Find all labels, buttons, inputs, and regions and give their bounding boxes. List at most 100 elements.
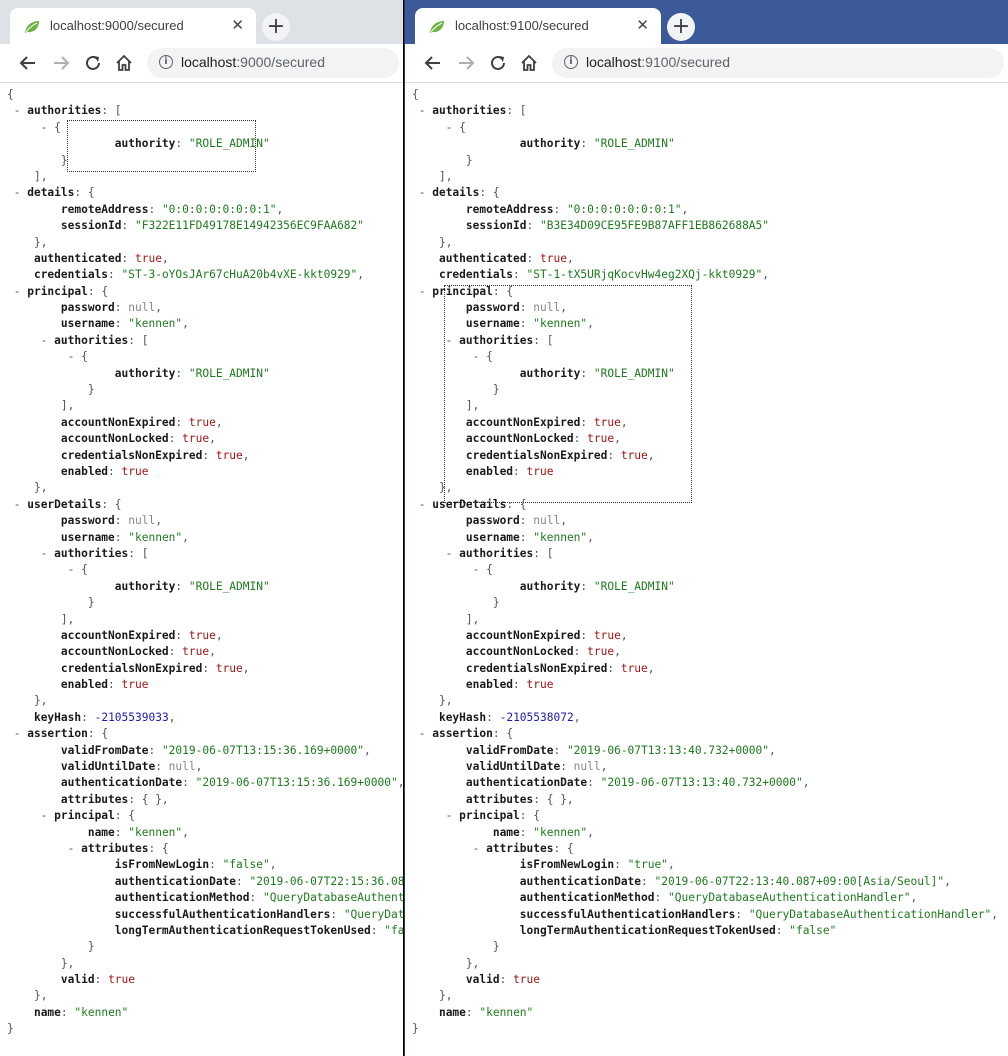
collapse-toggle[interactable]: - [412,563,486,576]
forward-arrow-icon[interactable] [454,51,478,75]
json-key: valid [465,973,500,987]
json-line: username: "kennen", [7,530,403,546]
json-line: }, [7,988,403,1004]
collapse-toggle[interactable]: - [7,727,27,740]
collapse-toggle[interactable]: - [7,842,81,855]
collapse-toggle[interactable]: - [412,727,432,740]
collapse-toggle[interactable]: - [7,121,54,134]
collapse-toggle[interactable]: - [412,842,486,855]
info-icon[interactable]: i [564,55,578,69]
page-content: { - authorities: [ - { authority: "ROLE_… [405,83,1008,1056]
json-punctuation: } [465,153,473,167]
json-punctuation: }, [438,989,453,1003]
browser-tab[interactable]: localhost:9000/secured ✕ [10,8,256,44]
home-icon[interactable] [112,51,136,75]
json-punctuation: : [587,776,601,790]
collapse-toggle[interactable]: - [412,334,459,347]
json-punctuation: }, [33,235,48,249]
json-line: { [412,87,998,103]
collapse-toggle[interactable]: - [412,547,459,560]
json-key: successfulAuthenticationHandlers [114,907,331,921]
json-line: }, [7,693,403,709]
json-punctuation: : [236,874,250,888]
json-key: authority [114,366,176,380]
json-punctuation: : [114,317,129,331]
json-line: name: "kennen", [412,825,998,841]
tab-title: localhost:9100/secured [455,18,589,33]
reload-icon[interactable] [81,51,105,75]
back-arrow-icon[interactable] [16,51,40,75]
collapse-toggle[interactable]: - [7,563,81,576]
json-key: accountNonExpired [465,415,581,429]
json-key: authority [519,137,581,151]
address-bar[interactable]: i localhost:9100/secured [552,48,1004,78]
json-key: details [27,186,75,200]
info-icon[interactable]: i [159,55,173,69]
json-boolean: true [593,415,621,429]
json-line: - authorities: [ [7,546,403,562]
collapse-toggle[interactable]: - [412,121,459,134]
collapse-toggle[interactable]: - [7,334,54,347]
json-line: - { [7,349,403,365]
json-punctuation: ], [60,612,75,626]
collapse-toggle[interactable]: - [7,285,27,298]
url-text: localhost:9100/secured [586,54,730,70]
json-punctuation: ], [465,399,480,413]
json-key: accountNonLocked [465,645,574,659]
json-punctuation: , [182,825,189,839]
json-key: accountNonExpired [60,415,176,429]
collapse-toggle[interactable]: - [7,186,27,199]
forward-arrow-icon[interactable] [49,51,73,75]
json-line: accountNonExpired: true, [7,415,403,431]
collapse-toggle[interactable]: - [7,350,81,363]
collapse-toggle[interactable]: - [7,104,27,117]
json-punctuation: , [802,776,810,790]
collapse-toggle[interactable]: - [412,809,459,822]
reload-icon[interactable] [486,51,510,75]
address-bar[interactable]: i localhost:9000/secured [147,48,399,78]
json-punctuation: : [94,973,109,987]
collapse-toggle[interactable]: - [412,186,432,199]
json-line: - authorities: [ [7,333,403,349]
json-punctuation: , [182,317,189,331]
json-key: authenticated [438,251,527,265]
close-icon[interactable]: ✕ [231,16,244,34]
json-line: authenticationDate: "2019-06-07T13:15:36… [7,775,403,791]
collapse-toggle[interactable]: - [412,104,432,117]
json-punctuation: , [155,514,162,528]
json-key: authorities [54,333,129,347]
collapse-toggle[interactable]: - [412,350,486,363]
json-key: assertion [432,727,493,741]
json-string: "kennen" [128,317,183,331]
json-key: longTermAuthenticationRequestTokenUsed [519,923,776,937]
collapse-toggle[interactable]: - [412,498,432,511]
home-icon[interactable] [517,51,541,75]
json-key: keyHash [438,710,487,724]
json-line: accountNonLocked: true, [7,644,403,660]
collapse-toggle[interactable]: - [7,547,54,560]
json-punctuation: : [175,415,189,429]
json-punctuation: : [513,268,527,282]
plus-icon[interactable]: + [262,13,290,41]
plus-icon[interactable]: + [667,13,695,41]
collapse-toggle[interactable]: - [7,498,27,511]
json-punctuation: : { [87,284,109,298]
json-punctuation: , [587,530,594,544]
browser-tab[interactable]: localhost:9100/secured ✕ [415,8,661,44]
json-punctuation: : [519,825,534,839]
json-line: credentialsNonExpired: true, [7,661,403,677]
json-string: "QueryDatabaseAuthenticationHandler" [343,907,403,921]
close-icon[interactable]: ✕ [636,16,649,34]
collapse-toggle[interactable]: - [412,285,432,298]
collapse-toggle[interactable]: - [7,809,54,822]
json-key: name [87,825,115,839]
back-arrow-icon[interactable] [421,51,445,75]
json-line: credentials: "ST-3-oYOsJAr67cHuA20b4vXE-… [7,267,403,283]
